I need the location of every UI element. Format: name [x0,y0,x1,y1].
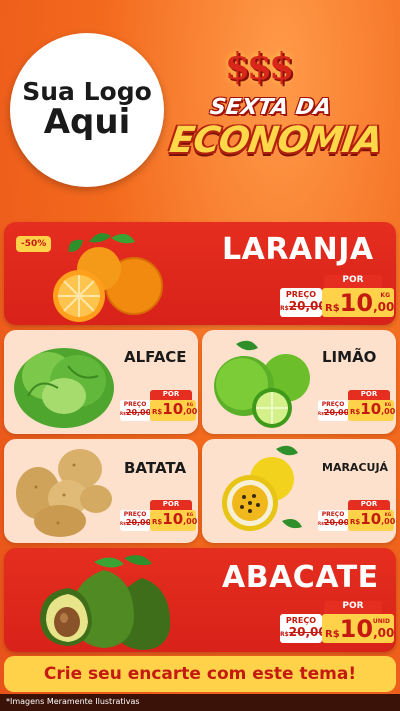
discount-badge: -50% [16,236,52,252]
preco-label: PREÇO [285,616,317,625]
por-label: POR [150,500,192,510]
price-int: 10 [162,400,184,418]
orange-icon [53,233,163,322]
preco-label: PREÇO [321,511,345,518]
preco-label: PREÇO [123,511,147,518]
old-price: 20,00 [125,518,152,527]
price-int: 10 [339,289,374,317]
product-name: LARANJA [222,232,374,267]
old-price-box: PREÇO R$20,00 [318,510,350,531]
product-card-abacate: ABACATE POR PREÇO R$20,00 R$ 10 ,00 UNID [4,548,396,652]
footer-disclaimer: *Imagens Meramente Ilustrativas [0,694,400,711]
price-int: 10 [360,510,382,528]
price-int: 10 [360,400,382,418]
preco-label: PREÇO [285,290,317,299]
unit: KG [380,292,390,299]
product-name: MARACUJÁ [322,461,389,474]
unit: KG [384,402,391,407]
product-name: ABACATE [222,560,379,595]
unit: KG [186,512,193,517]
old-price-box: PREÇO R$20,00 [120,510,152,531]
currency: R$ [152,408,163,416]
lettuce-icon [14,348,114,428]
price-box: R$ 10 ,00 KG [322,288,394,317]
price-dec: ,00 [373,300,395,314]
price-dec: ,00 [183,407,198,416]
old-price: 20,00 [323,408,350,417]
price-int: 10 [162,510,184,528]
currency: R$ [152,518,163,526]
old-price: 20,00 [125,408,152,417]
avocado-icon [40,555,171,650]
product-name: ALFACE [124,348,187,366]
price-dec: ,00 [373,626,395,640]
price-dec: ,00 [183,517,198,526]
cta-banner[interactable]: Crie seu encarte com este tema! [4,656,396,692]
currency: R$ [350,408,361,416]
price-dec: ,00 [381,407,396,416]
unit: KG [186,402,193,407]
por-label: POR [348,390,390,400]
por-label: POR [348,500,390,510]
product-card-maracuja: MARACUJÁ POR PREÇO R$20,00 R$ 10 ,00 KG [202,439,396,543]
preco-label: PREÇO [321,401,345,408]
old-price-box: PREÇO R$20,00 [280,614,327,643]
price-int: 10 [339,615,374,643]
old-currency: R$ [280,305,289,312]
old-price: 20,00 [323,518,350,527]
price-box: R$ 10 ,00 KG [150,400,198,421]
price-box: R$ 10 ,00 KG [348,510,396,531]
product-card-alface: ALFACE POR PREÇO R$20,00 R$ 10 ,00 KG [4,330,198,434]
por-label: POR [324,275,382,288]
product-card-batata: BATATA POR PREÇO R$20,00 R$ 10 ,00 KG [4,439,198,543]
price-dec: ,00 [381,517,396,526]
title-line1: SEXTA DA [208,95,333,120]
lime-icon [214,340,310,428]
currency: R$ [325,303,340,314]
logo-placeholder: Sua Logo Aqui [10,33,164,187]
unit: UNID [372,618,390,625]
product-card-laranja: -50% LARANJA POR PREÇO R$20,00 R$ 10 ,00… [4,222,396,325]
product-name: LIMÃO [322,348,377,366]
title-line2: ECONOMIA [167,120,385,161]
logo-line2: Aqui [43,102,131,143]
passion-fruit-icon [222,445,302,531]
old-currency: R$ [280,631,289,638]
product-card-limao: LIMÃO POR PREÇO R$20,00 R$ 10 ,00 KG [202,330,396,434]
old-price-box: PREÇO R$20,00 [120,400,152,421]
dollar-signs: $$$ [225,46,294,88]
currency: R$ [325,629,340,640]
por-label: POR [324,601,382,614]
por-label: POR [150,390,192,400]
unit: KG [384,512,391,517]
price-box: R$ 10 ,00 KG [150,510,198,531]
preco-label: PREÇO [123,401,147,408]
old-price-box: PREÇO R$20,00 [280,288,327,317]
price-box: R$ 10 ,00 UNID [322,614,394,643]
product-name: BATATA [124,459,187,477]
price-box: R$ 10 ,00 KG [348,400,396,421]
old-price-box: PREÇO R$20,00 [318,400,350,421]
currency: R$ [350,518,361,526]
potato-icon [16,449,112,537]
